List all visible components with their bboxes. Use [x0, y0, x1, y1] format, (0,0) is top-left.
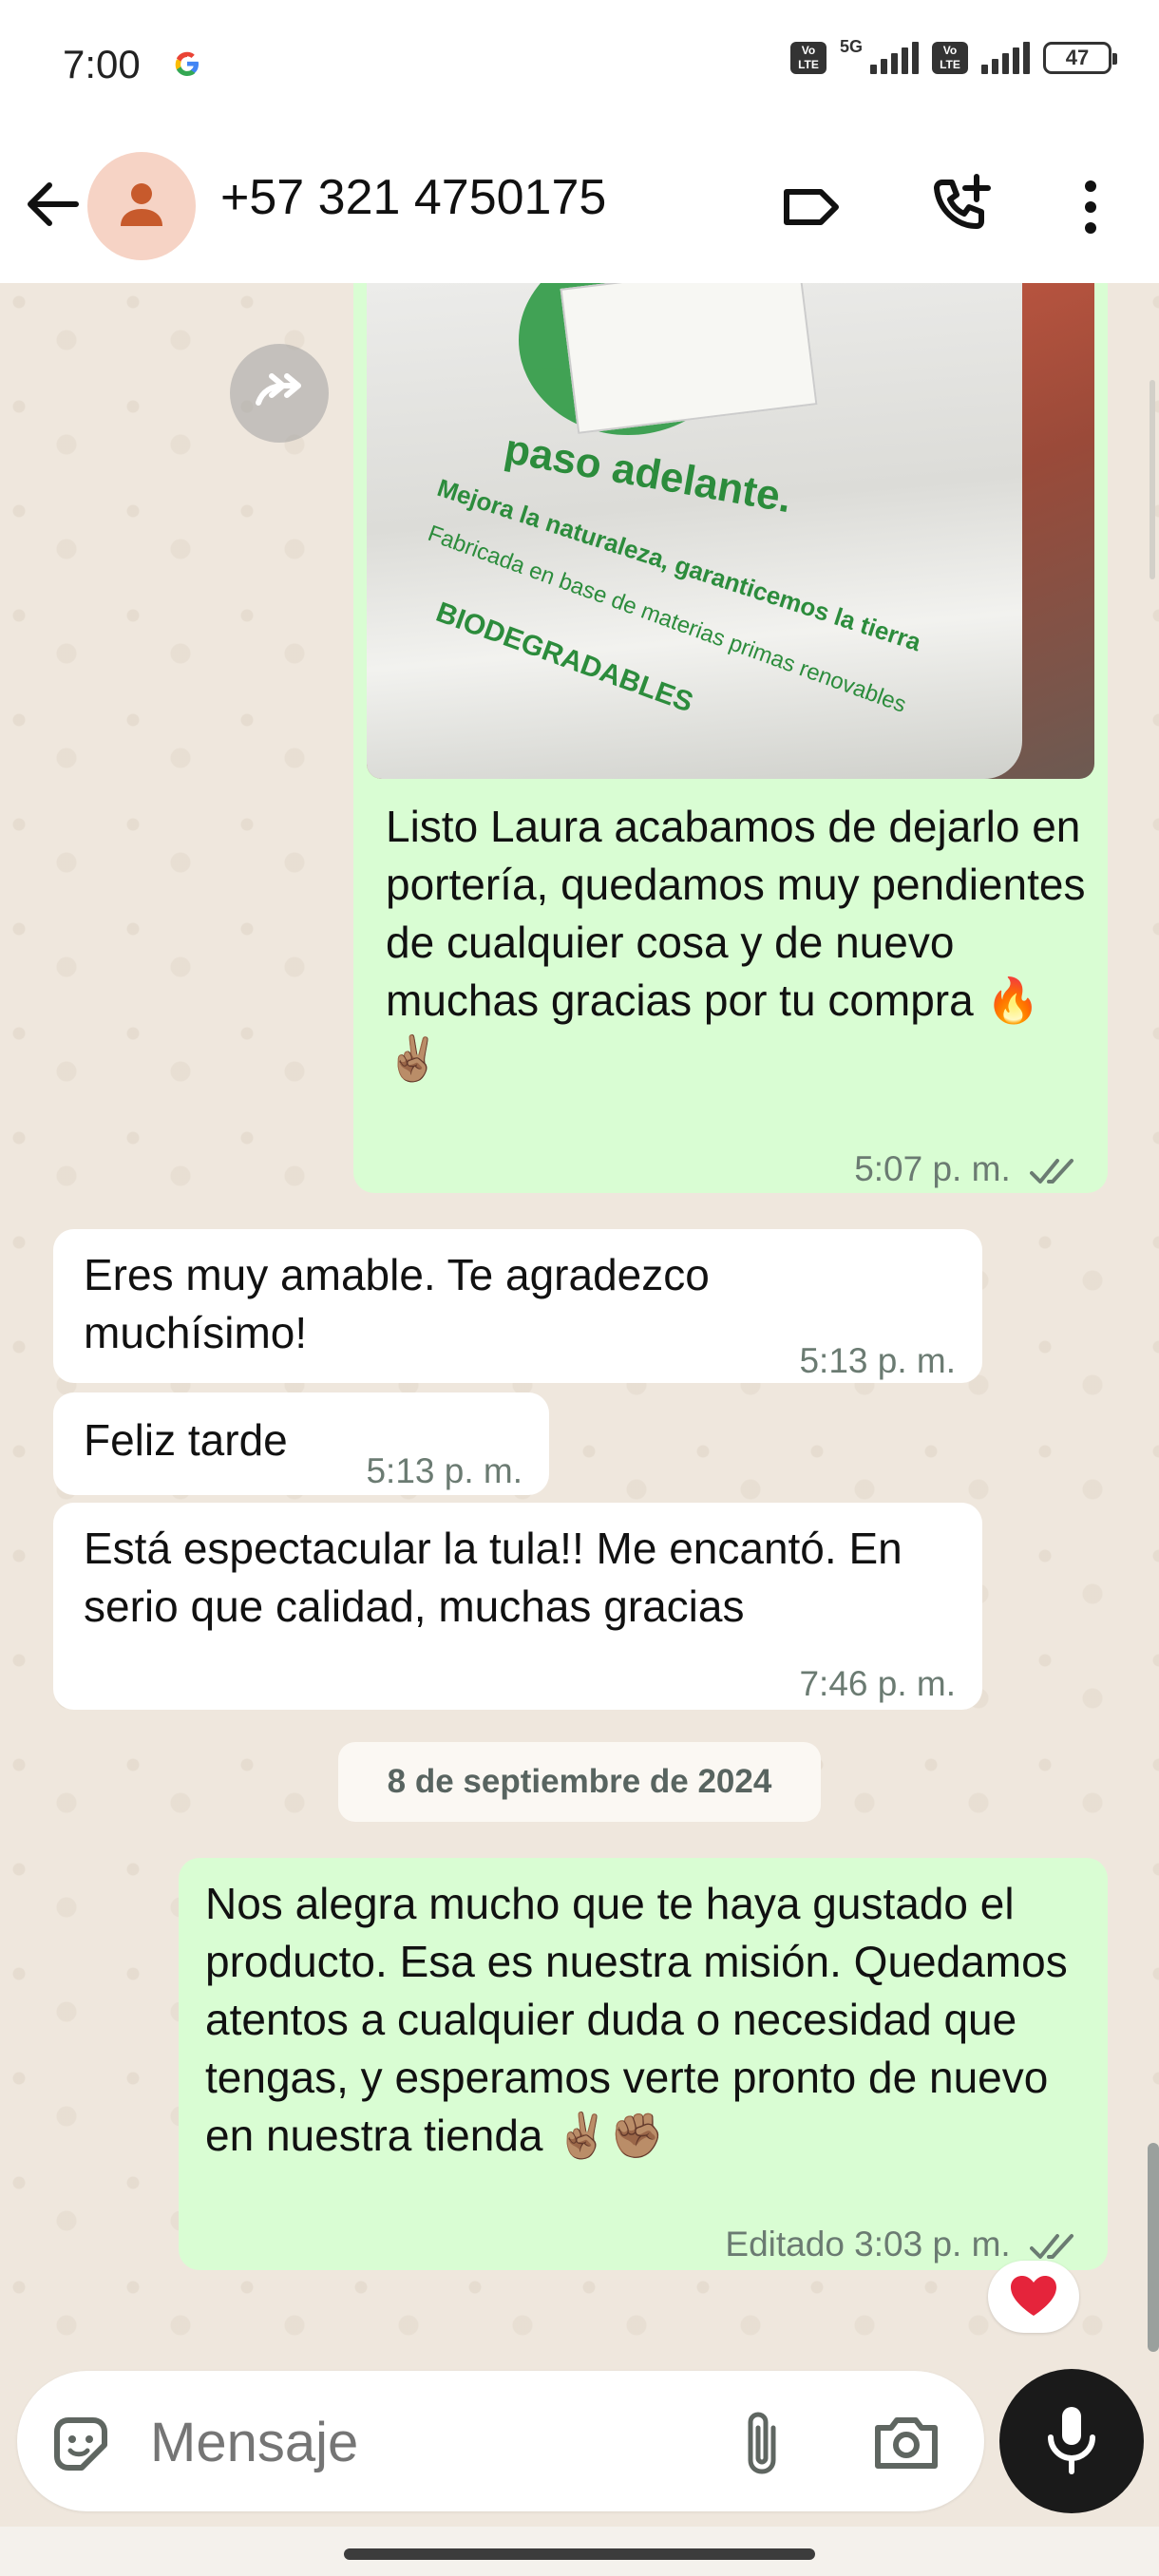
product-photo[interactable]: paso adelante. Mejora la naturaleza, gar… — [367, 283, 1094, 779]
signal-icon-2 — [981, 42, 1030, 74]
scroll-track — [1150, 380, 1155, 579]
avatar[interactable] — [87, 152, 196, 260]
scrollbar[interactable] — [1148, 2143, 1159, 2352]
message-input[interactable] — [148, 2403, 684, 2481]
date-separator: 8 de septiembre de 2024 — [338, 1742, 821, 1822]
back-arrow-icon[interactable] — [19, 171, 86, 237]
message-time: Editado 3:03 p. m. — [725, 2225, 1011, 2263]
status-indicators: Vo LTE 5G Vo LTE 47 — [789, 37, 1117, 74]
reaction-badge[interactable]: ❤️ — [988, 2261, 1079, 2333]
double-check-icon — [1030, 1159, 1074, 1184]
forward-icon — [256, 373, 301, 406]
mic-button[interactable] — [999, 2369, 1144, 2513]
network-type: 5G — [839, 36, 863, 56]
message-time: 5:07 p. m. — [854, 1149, 1011, 1188]
battery-icon: 47 — [1043, 42, 1117, 74]
message-text: Está espectacular la tula!! Me encantó. … — [84, 1524, 902, 1631]
camera-icon[interactable] — [872, 2411, 940, 2472]
sticker-icon[interactable] — [48, 2411, 114, 2477]
status-bar: 7:00 Vo LTE 5G Vo LTE 47 — [0, 0, 1159, 135]
person-icon — [121, 183, 162, 226]
add-call-icon[interactable] — [925, 171, 998, 243]
status-time: 7:00 — [63, 42, 141, 86]
home-gesture-bar[interactable] — [344, 2548, 815, 2560]
double-check-icon — [1030, 2234, 1074, 2260]
message-bubble-outgoing[interactable]: Nos alegra mucho que te haya gustado el … — [179, 1858, 1108, 2270]
mic-icon — [1048, 2407, 1095, 2474]
message-time: 5:13 p. m. — [799, 1341, 956, 1380]
chat-header: +57 321 4750175 — [0, 135, 1159, 284]
message-time: 7:46 p. m. — [799, 1664, 956, 1703]
message-bubble-incoming[interactable]: Eres muy amable. Te agradezco muchísimo!… — [53, 1229, 982, 1383]
bag-image: paso adelante. Mejora la naturaleza, gar… — [367, 283, 1022, 779]
signal-icon — [870, 42, 919, 74]
message-text: Listo Laura acabamos de dejarlo en porte… — [386, 802, 1086, 1083]
message-composer — [17, 2371, 984, 2511]
contact-name[interactable]: +57 321 4750175 — [220, 169, 606, 226]
message-bubble-incoming[interactable]: Feliz tarde 5:13 p. m. — [53, 1392, 549, 1495]
message-time: 5:13 p. m. — [366, 1451, 522, 1490]
message-meta: 5:07 p. m. — [854, 1140, 1083, 1198]
message-text: Nos alegra mucho que te haya gustado el … — [205, 1879, 1068, 2160]
more-vert-icon[interactable] — [1054, 171, 1127, 243]
volte-icon-2: Vo LTE — [932, 42, 968, 74]
volte-icon: Vo LTE — [789, 42, 826, 74]
label-icon[interactable] — [775, 171, 847, 243]
forward-button[interactable] — [230, 344, 329, 443]
heart-icon — [1011, 2276, 1056, 2316]
message-text: Eres muy amable. Te agradezco muchísimo! — [84, 1250, 710, 1357]
message-bubble-incoming[interactable]: Está espectacular la tula!! Me encantó. … — [53, 1503, 982, 1710]
google-icon — [175, 51, 199, 76]
attach-icon[interactable] — [739, 2407, 785, 2479]
